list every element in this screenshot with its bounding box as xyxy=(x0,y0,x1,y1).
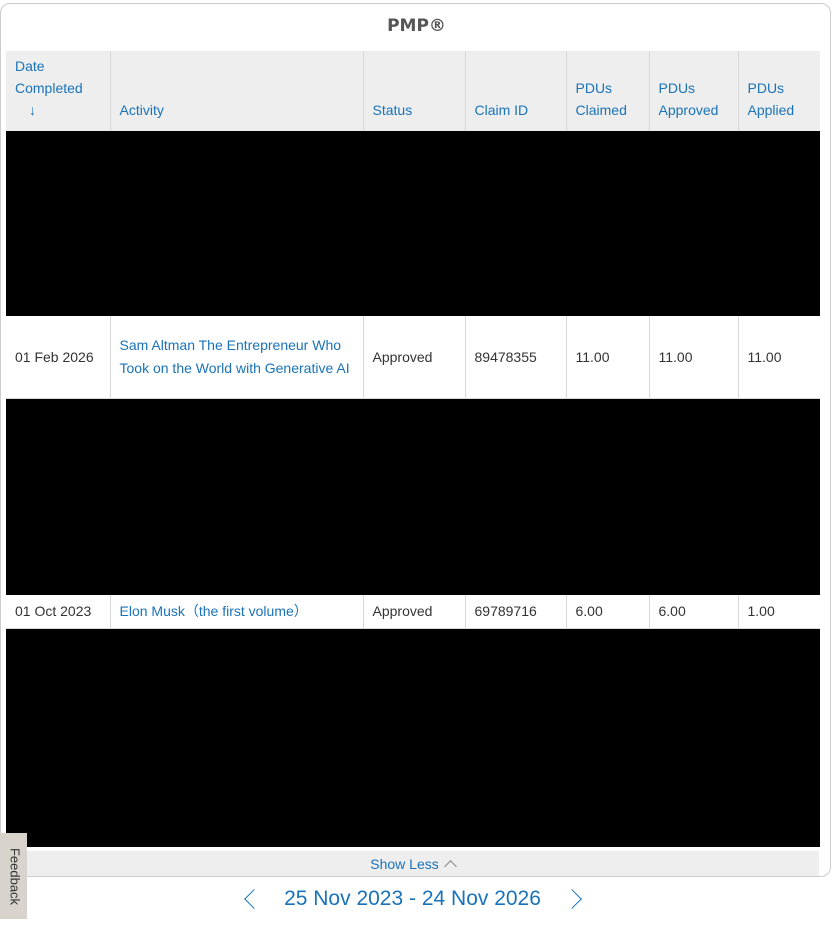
cell-activity: Elon Musk（the first volume） xyxy=(110,595,364,629)
cell-claim-id: 89478355 xyxy=(465,316,567,399)
header-pdus-claimed-line2: Claimed xyxy=(575,102,627,118)
chevron-up-icon xyxy=(443,860,457,873)
header-pdus-applied[interactable]: PDUs Applied xyxy=(738,51,820,131)
redacted-area xyxy=(6,628,820,847)
redacted-area xyxy=(6,398,820,595)
chevron-right-icon[interactable] xyxy=(562,889,582,909)
cell-pdus-approved: 6.00 xyxy=(649,595,739,629)
header-pdus-applied-line2: Applied xyxy=(747,102,795,118)
header-date-line2: Completed xyxy=(15,80,83,96)
date-range-label: 25 Nov 2023 - 24 Nov 2026 xyxy=(284,887,541,910)
activity-link[interactable]: Sam Altman The Entrepreneur Who Took on … xyxy=(120,337,350,376)
card-title: PMP® xyxy=(387,16,446,36)
show-less-button[interactable]: Show Less xyxy=(6,851,819,876)
header-claim-id[interactable]: Claim ID xyxy=(465,51,567,131)
cell-pdus-applied: 1.00 xyxy=(738,595,820,629)
cell-status: Approved xyxy=(363,316,466,399)
header-date-line1: Date xyxy=(15,58,45,74)
table-row: 01 Feb 2026 Sam Altman The Entrepreneur … xyxy=(6,316,820,399)
redacted-block xyxy=(6,131,820,316)
cell-date: 01 Feb 2026 xyxy=(6,316,111,399)
cell-activity: Sam Altman The Entrepreneur Who Took on … xyxy=(110,316,364,399)
activity-link[interactable]: Elon Musk（the first volume） xyxy=(120,603,308,619)
chevron-left-icon[interactable] xyxy=(244,889,264,909)
cell-claim-id: 69789716 xyxy=(465,595,567,629)
redacted-area xyxy=(6,131,820,316)
date-range-navigator: 25 Nov 2023 - 24 Nov 2026 xyxy=(0,884,833,918)
header-pdus-approved-line1: PDUs xyxy=(658,80,696,96)
cell-pdus-applied: 11.00 xyxy=(738,316,820,399)
header-pdus-approved-line2: Approved xyxy=(658,102,719,118)
header-pdus-applied-line1: PDUs xyxy=(747,80,785,96)
sort-descending-icon[interactable]: ↓ xyxy=(15,99,101,121)
table-row: 01 Oct 2023 Elon Musk（the first volume） … xyxy=(6,595,820,629)
pdu-table-wrapper: Date Completed ↓ Activity Status Claim I… xyxy=(6,51,820,847)
header-pdus-approved[interactable]: PDUs Approved xyxy=(649,51,739,131)
cell-pdus-approved: 11.00 xyxy=(649,316,739,399)
header-date-completed[interactable]: Date Completed ↓ xyxy=(6,51,111,131)
cell-status: Approved xyxy=(363,595,466,629)
cell-date: 01 Oct 2023 xyxy=(6,595,111,629)
header-activity[interactable]: Activity xyxy=(110,51,364,131)
redacted-block xyxy=(6,398,820,595)
table-header-row: Date Completed ↓ Activity Status Claim I… xyxy=(6,51,820,131)
pdu-claims-table: Date Completed ↓ Activity Status Claim I… xyxy=(6,51,820,847)
header-pdus-claimed[interactable]: PDUs Claimed xyxy=(566,51,650,131)
header-pdus-claimed-line1: PDUs xyxy=(575,80,613,96)
cell-pdus-claimed: 6.00 xyxy=(566,595,650,629)
header-status[interactable]: Status xyxy=(363,51,466,131)
show-less-label: Show Less xyxy=(370,856,439,872)
pmp-card: PMP® Date Completed ↓ Activity Status Cl… xyxy=(0,3,831,877)
redacted-block xyxy=(6,628,820,847)
cell-pdus-claimed: 11.00 xyxy=(566,316,650,399)
